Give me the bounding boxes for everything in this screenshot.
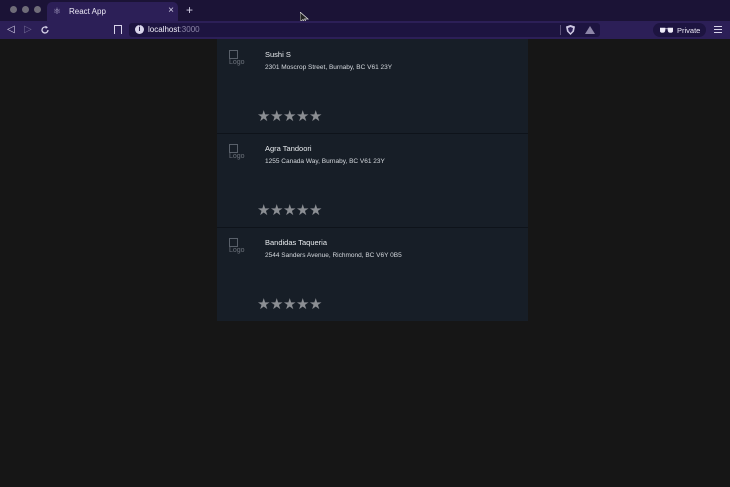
broken-image-icon bbox=[229, 50, 238, 59]
star-rating[interactable]: ★ ★ ★ ★ ★ bbox=[257, 297, 322, 313]
forward-icon[interactable]: ▷ bbox=[24, 24, 32, 36]
url-host: localhost bbox=[148, 25, 180, 34]
url-port: :3000 bbox=[179, 25, 200, 34]
logo-alt-text: Logo bbox=[229, 247, 245, 254]
back-icon[interactable]: ◁ bbox=[7, 24, 15, 36]
star-icon[interactable]: ★ bbox=[309, 109, 322, 125]
star-icon[interactable]: ★ bbox=[296, 203, 309, 219]
rewards-icon[interactable] bbox=[585, 26, 595, 34]
restaurant-item[interactable]: Logo Bandidas Taqueria 2544 Sanders Aven… bbox=[217, 227, 528, 321]
star-icon[interactable]: ★ bbox=[283, 203, 296, 219]
star-icon[interactable]: ★ bbox=[309, 203, 322, 219]
restaurant-address: 2301 Moscrop Street, Burnaby, BC V61 23Y bbox=[265, 64, 393, 71]
star-icon[interactable]: ★ bbox=[270, 297, 283, 313]
star-icon[interactable]: ★ bbox=[270, 203, 283, 219]
star-rating[interactable]: ★ ★ ★ ★ ★ bbox=[257, 203, 322, 219]
restaurant-name: Bandidas Taqueria bbox=[265, 238, 327, 247]
broken-image-icon bbox=[229, 144, 238, 153]
logo-alt-text: Logo bbox=[229, 153, 245, 160]
browser-title-bar: ⚛ React App × + bbox=[0, 0, 730, 24]
tab-title: React App bbox=[69, 7, 106, 16]
restaurant-address: 2544 Sanders Avenue, Richmond, BC V6Y 0B… bbox=[265, 252, 402, 259]
tab-close-icon[interactable]: × bbox=[168, 5, 174, 17]
tab-react-app[interactable]: ⚛ React App × bbox=[47, 2, 178, 21]
brave-shield-icon[interactable] bbox=[566, 25, 575, 35]
star-icon[interactable]: ★ bbox=[296, 297, 309, 313]
logo-alt-text: Logo bbox=[229, 59, 245, 66]
page-content: Logo Sushi S 2301 Moscrop Street, Burnab… bbox=[0, 39, 730, 487]
restaurant-name: Agra Tandoori bbox=[265, 144, 312, 153]
maximize-window-button[interactable] bbox=[34, 6, 41, 13]
restaurant-address: 1255 Canada Way, Burnaby, BC V61 23Y bbox=[265, 158, 385, 165]
restaurant-list: Logo Sushi S 2301 Moscrop Street, Burnab… bbox=[217, 39, 528, 321]
reload-icon[interactable] bbox=[40, 25, 50, 35]
private-label: Private bbox=[677, 25, 701, 35]
hamburger-menu-icon[interactable] bbox=[714, 26, 722, 35]
site-info-icon[interactable]: i bbox=[135, 25, 144, 34]
star-icon[interactable]: ★ bbox=[257, 297, 270, 313]
address-bar[interactable]: i localhost:3000 bbox=[129, 23, 600, 37]
restaurant-item[interactable]: Logo Agra Tandoori 1255 Canada Way, Burn… bbox=[217, 133, 528, 228]
browser-toolbar: ◁ ▷ i localhost:3000 Private bbox=[0, 21, 730, 39]
restaurant-item[interactable]: Logo Sushi S 2301 Moscrop Street, Burnab… bbox=[217, 39, 528, 134]
star-icon[interactable]: ★ bbox=[257, 203, 270, 219]
restaurant-logo-image: Logo bbox=[229, 144, 253, 160]
star-rating[interactable]: ★ ★ ★ ★ ★ bbox=[257, 109, 322, 125]
restaurant-logo-image: Logo bbox=[229, 50, 253, 66]
minimize-window-button[interactable] bbox=[22, 6, 29, 13]
star-icon[interactable]: ★ bbox=[283, 109, 296, 125]
private-glasses-icon bbox=[660, 27, 673, 33]
restaurant-name: Sushi S bbox=[265, 50, 291, 59]
broken-image-icon bbox=[229, 238, 238, 247]
react-logo-icon: ⚛ bbox=[53, 6, 62, 16]
close-window-button[interactable] bbox=[10, 6, 17, 13]
star-icon[interactable]: ★ bbox=[257, 109, 270, 125]
url-text[interactable]: localhost:3000 bbox=[148, 25, 200, 35]
star-icon[interactable]: ★ bbox=[270, 109, 283, 125]
private-window-indicator[interactable]: Private bbox=[653, 23, 706, 37]
new-tab-button[interactable]: + bbox=[186, 4, 193, 16]
star-icon[interactable]: ★ bbox=[283, 297, 296, 313]
bookmark-icon[interactable] bbox=[114, 25, 122, 34]
url-divider bbox=[560, 25, 561, 35]
restaurant-logo-image: Logo bbox=[229, 238, 253, 254]
star-icon[interactable]: ★ bbox=[296, 109, 309, 125]
star-icon[interactable]: ★ bbox=[309, 297, 322, 313]
